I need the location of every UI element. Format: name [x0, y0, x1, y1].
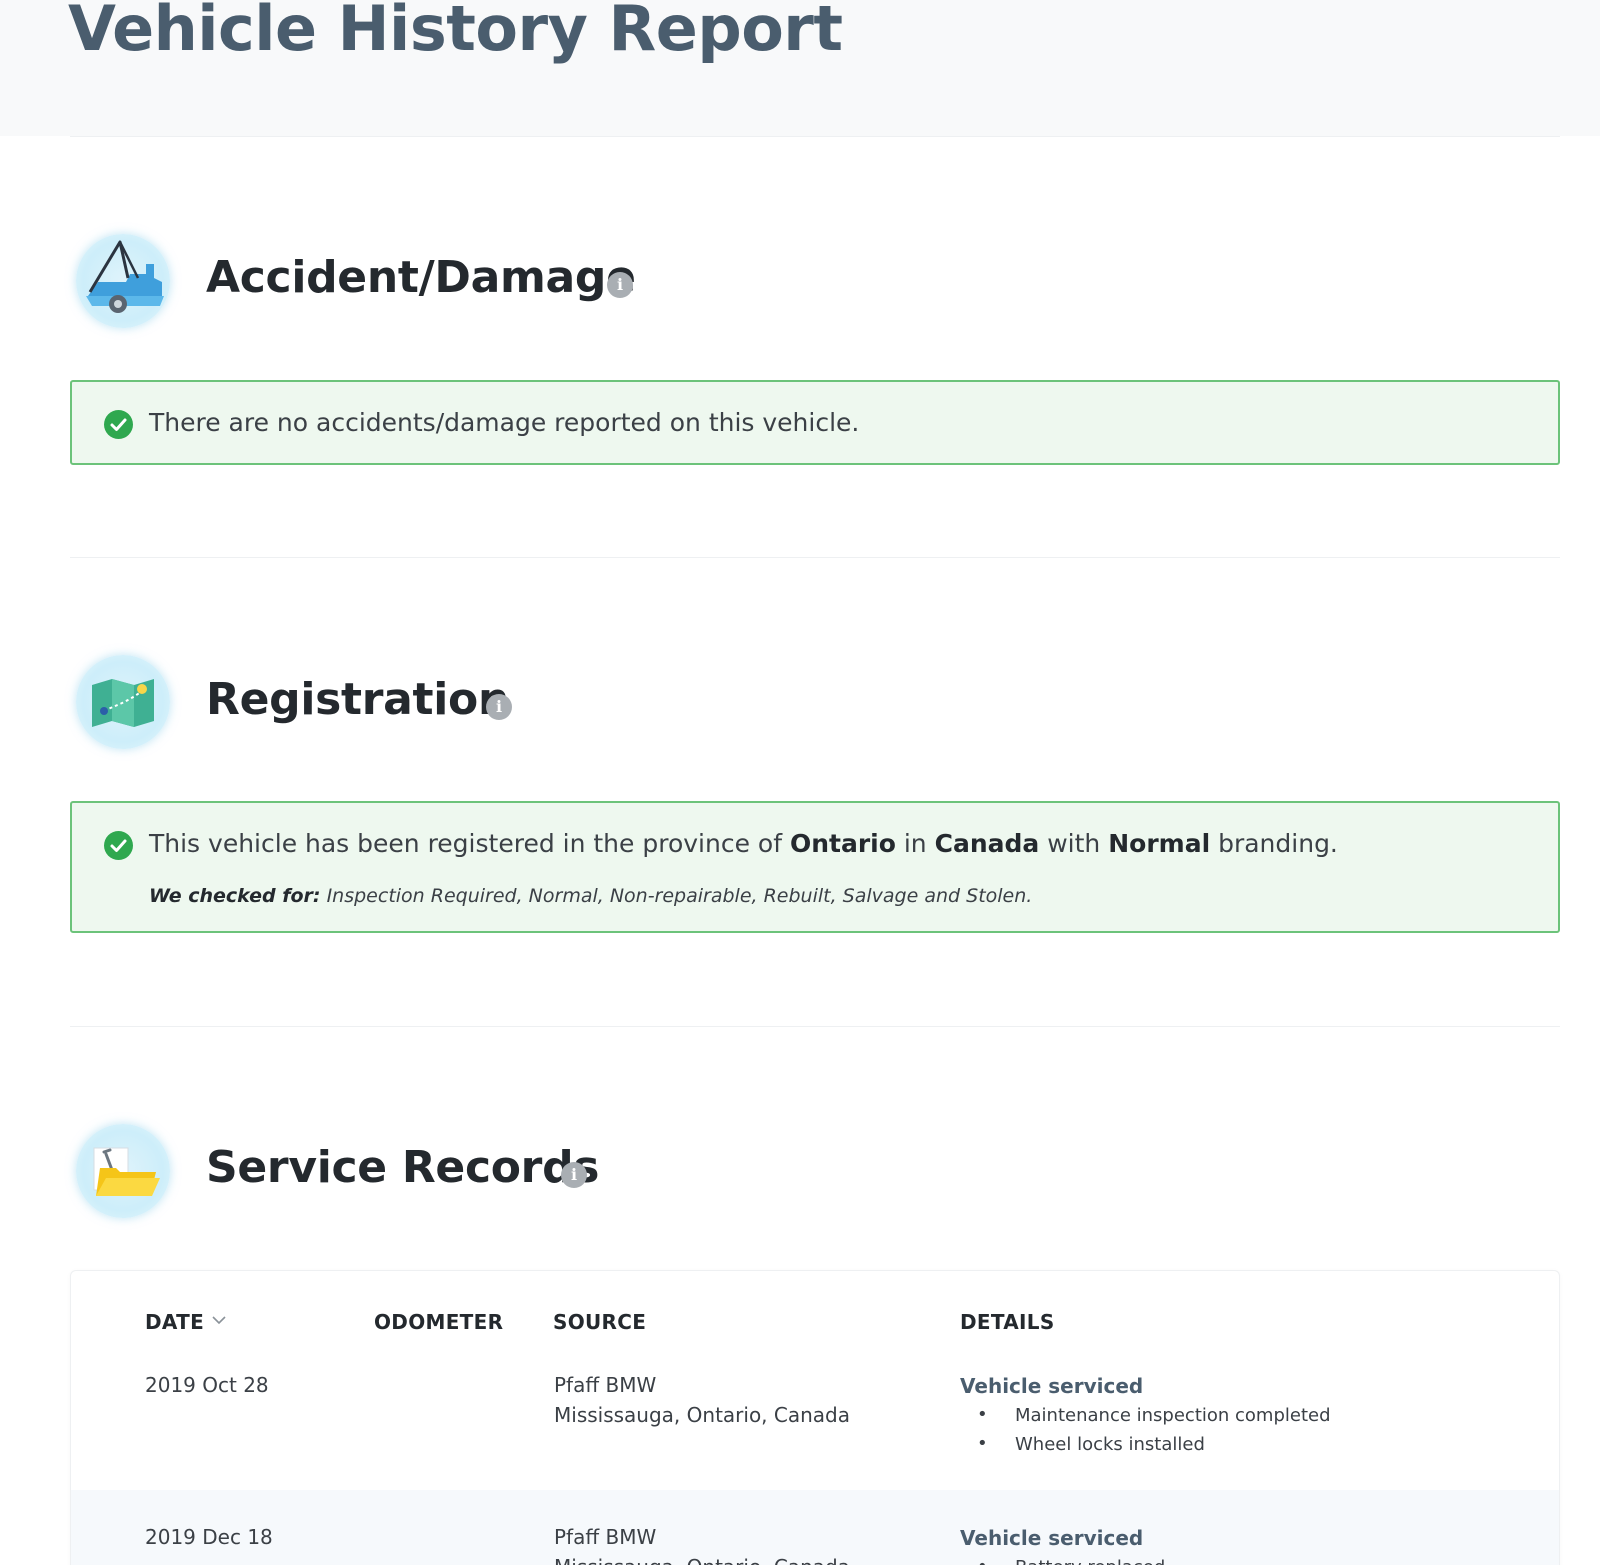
page-title: Vehicle History Report: [68, 0, 843, 65]
registration-section-title: Registration: [206, 674, 509, 725]
chevron-down-icon[interactable]: [210, 1313, 228, 1327]
divider: [70, 557, 1560, 558]
accident-status-text: There are no accidents/damage reported o…: [149, 408, 860, 437]
info-icon[interactable]: i: [561, 1162, 587, 1188]
row-source-location: Mississauga, Ontario, Canada: [554, 1403, 850, 1427]
check-circle-icon: [104, 831, 133, 860]
registration-status-box: This vehicle has been registered in the …: [70, 801, 1560, 933]
check-circle-icon: [104, 410, 133, 439]
divider: [70, 1026, 1560, 1027]
row-detail-item: Wheel locks installed: [977, 1433, 1205, 1455]
column-header-details[interactable]: DETAILS: [960, 1310, 1055, 1334]
row-source-location: Mississauga, Ontario, Canada: [554, 1552, 850, 1565]
row-source-name: Pfaff BMW: [554, 1373, 657, 1397]
row-source-name: Pfaff BMW: [554, 1525, 657, 1549]
column-header-date[interactable]: DATE: [145, 1310, 204, 1334]
checked-for-text: We checked for: Inspection Required, Nor…: [149, 885, 1033, 907]
column-header-source[interactable]: SOURCE: [553, 1310, 646, 1334]
row-detail-title: Vehicle serviced: [960, 1526, 1144, 1550]
column-header-odometer[interactable]: ODOMETER: [374, 1310, 503, 1334]
registration-status-text: This vehicle has been registered in the …: [149, 829, 1338, 858]
service-section-title: Service Records: [206, 1142, 600, 1193]
tow-truck-icon: [76, 234, 170, 328]
accident-status-box: There are no accidents/damage reported o…: [70, 380, 1560, 465]
row-detail-item: Battery replaced: [977, 1556, 1165, 1565]
divider: [70, 136, 1560, 137]
row-date: 2019 Dec 18: [145, 1525, 273, 1549]
map-icon: [76, 655, 170, 749]
folder-wrench-icon: [76, 1124, 170, 1218]
row-date: 2019 Oct 28: [145, 1373, 269, 1397]
info-icon[interactable]: i: [607, 272, 633, 298]
row-detail-title: Vehicle serviced: [960, 1374, 1144, 1398]
accident-section-title: Accident/Damage: [206, 252, 636, 303]
info-icon[interactable]: i: [486, 694, 512, 720]
row-detail-item: Maintenance inspection completed: [977, 1404, 1330, 1426]
